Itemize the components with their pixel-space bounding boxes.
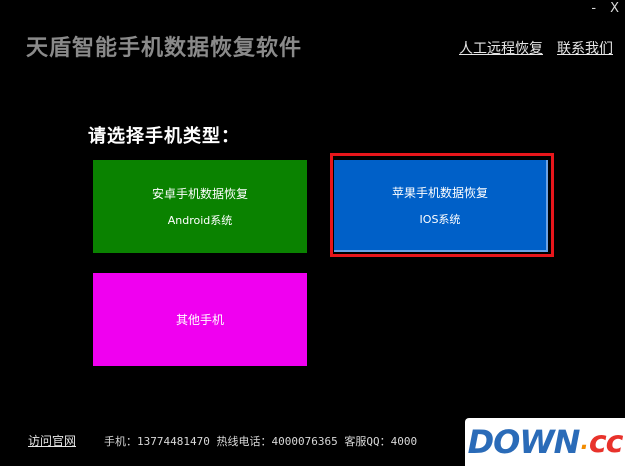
contact-us-link[interactable]: 联系我们 bbox=[557, 38, 613, 58]
other-tile-title: 其他手机 bbox=[175, 313, 224, 327]
top-links: 人工远程恢复 联系我们 bbox=[459, 38, 613, 58]
app-title: 天盾智能手机数据恢复软件 bbox=[26, 35, 303, 61]
window-controls: - X bbox=[591, 2, 619, 16]
official-site-link[interactable]: 访问官网 bbox=[28, 432, 76, 449]
watermark-part-1: DOWN bbox=[467, 423, 581, 461]
ios-recovery-tile[interactable]: 苹果手机数据恢复 IOS系统 bbox=[334, 160, 548, 252]
ios-tile-subtitle: IOS系统 bbox=[419, 212, 461, 226]
close-button[interactable]: X bbox=[610, 2, 619, 16]
minimize-button[interactable]: - bbox=[591, 2, 596, 16]
footer: 访问官网 手机：13774481470 热线电话：4000076365 客服QQ… bbox=[28, 432, 417, 449]
down-cc-watermark-logo: DOWN . cc bbox=[465, 418, 625, 466]
watermark-part-3: cc bbox=[588, 424, 624, 460]
android-tile-title: 安卓手机数据恢复 bbox=[151, 187, 248, 201]
other-phone-tile[interactable]: 其他手机 bbox=[93, 273, 307, 366]
android-recovery-tile[interactable]: 安卓手机数据恢复 Android系统 bbox=[93, 160, 307, 253]
remote-recovery-link[interactable]: 人工远程恢复 bbox=[459, 38, 543, 58]
contact-info: 手机：13774481470 热线电话：4000076365 客服QQ：4000 bbox=[104, 434, 418, 448]
select-phone-type-prompt: 请选择手机类型： bbox=[88, 126, 240, 147]
ios-tile-title: 苹果手机数据恢复 bbox=[391, 185, 488, 200]
android-tile-subtitle: Android系统 bbox=[167, 214, 233, 227]
watermark-part-2: . bbox=[580, 429, 588, 455]
